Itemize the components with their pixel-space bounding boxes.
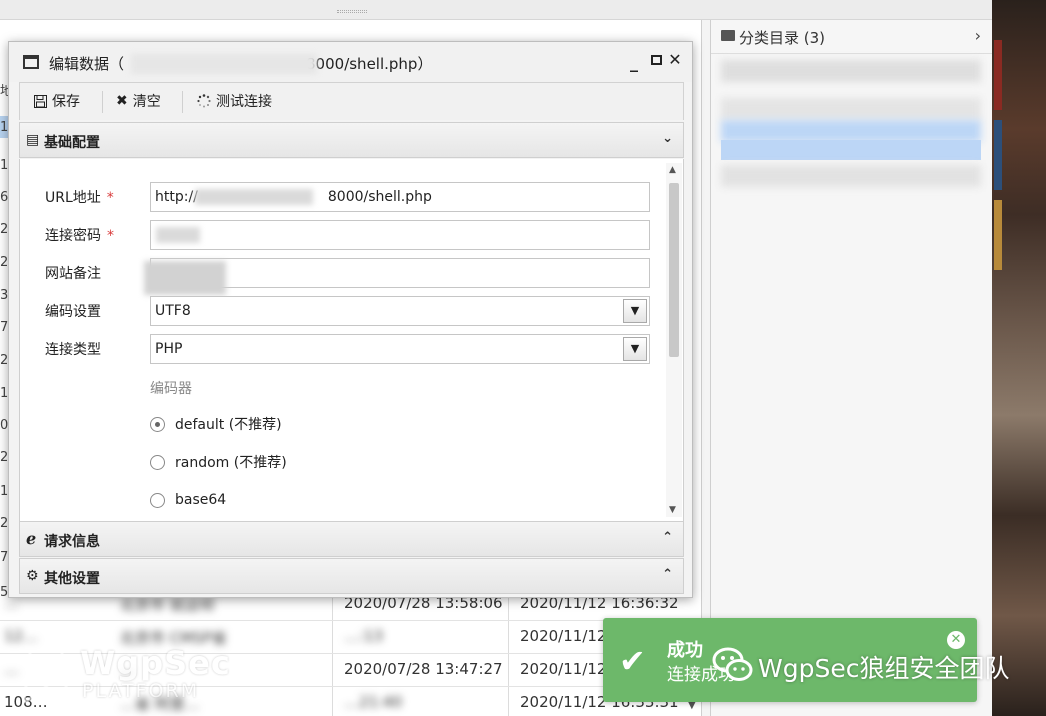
- category-item[interactable]: [721, 60, 981, 82]
- required-mark: *: [107, 228, 114, 244]
- checkmark-icon: ✔: [619, 642, 646, 680]
- dialog-titlebar[interactable]: 编辑数据（ 8000/shell.php） _ ✕: [9, 42, 692, 82]
- category-item-selected[interactable]: [721, 120, 981, 142]
- encoder-label: 编码器: [150, 381, 192, 397]
- other-settings-header[interactable]: ⚙ 其他设置 ⌃: [19, 558, 684, 594]
- url-value-suffix: 8000/shell.php: [327, 189, 432, 205]
- chevron-up-icon[interactable]: ⌃: [662, 530, 673, 545]
- redacted-host-mask: [195, 189, 313, 205]
- test-connection-label: 测试连接: [216, 94, 272, 110]
- edge-browser-icon: ℯ: [26, 529, 37, 548]
- radio-selected-icon[interactable]: [150, 416, 165, 432]
- password-input[interactable]: [150, 220, 650, 250]
- redacted-password-mask: [156, 227, 200, 243]
- redacted-note-mask: [144, 261, 226, 295]
- document-icon: ▤: [26, 132, 40, 148]
- scrollbar-thumb[interactable]: [669, 183, 679, 357]
- wolf-logo-icon: [22, 650, 70, 704]
- url-value-prefix: http://: [155, 189, 198, 205]
- floppy-disk-icon: [34, 94, 47, 108]
- category-header[interactable]: 分类目录 (3) ›: [711, 20, 993, 54]
- edit-data-dialog: 编辑数据（ 8000/shell.php） _ ✕ 保存 ✖ 清空 测试连接 ▤…: [8, 41, 693, 598]
- encoding-value: UTF8: [155, 303, 191, 319]
- folder-icon: [721, 30, 735, 41]
- book-spine: [994, 200, 1002, 270]
- connection-type-value: PHP: [155, 341, 183, 357]
- category-item-selected[interactable]: [721, 140, 981, 160]
- required-mark: *: [106, 190, 114, 206]
- table-cell: …: [4, 660, 19, 678]
- category-title: 分类目录 (3): [739, 29, 826, 47]
- clear-label: 清空: [132, 94, 161, 110]
- clear-button[interactable]: ✖ 清空: [116, 83, 161, 119]
- chevron-up-icon[interactable]: ⌃: [662, 567, 673, 582]
- note-label: 网站备注: [45, 266, 101, 282]
- chevron-right-icon[interactable]: ›: [975, 26, 981, 45]
- maximize-icon: [650, 55, 662, 65]
- encoder-option-random[interactable]: random (不推荐): [150, 451, 287, 473]
- password-label-text: 连接密码: [45, 228, 101, 244]
- basic-config-header[interactable]: ▤ 基础配置 ⌄: [19, 122, 684, 158]
- table-cell: …:13: [344, 627, 384, 645]
- category-panel: 分类目录 (3) ›: [710, 20, 993, 716]
- category-item[interactable]: [721, 98, 981, 120]
- encoder-option-label: base64: [175, 492, 227, 508]
- encoder-option-default[interactable]: default (不推荐): [150, 413, 282, 435]
- encoding-select[interactable]: UTF8 ▼: [150, 296, 650, 326]
- redacted-host-mask: [131, 54, 317, 74]
- window-icon: [23, 55, 39, 69]
- scroll-down-arrow-icon[interactable]: ▼: [669, 505, 676, 515]
- book-spine: [994, 120, 1002, 190]
- connection-type-label: 连接类型: [45, 342, 101, 358]
- url-label-text: URL地址: [45, 190, 101, 206]
- request-info-header[interactable]: ℯ 请求信息 ⌃: [19, 521, 684, 557]
- password-label: 连接密码 *: [45, 225, 114, 245]
- save-button[interactable]: 保存: [34, 83, 80, 119]
- maximize-button[interactable]: [648, 50, 664, 72]
- table-cell: 2020/07/28 13:47:27: [344, 660, 503, 678]
- minimize-button[interactable]: _: [626, 53, 642, 75]
- form-scrollbar[interactable]: ▲ ▼: [666, 163, 682, 517]
- encoder-option-base64[interactable]: base64: [150, 489, 226, 511]
- wgpsec-platform-watermark: WgpSec PLATFORM: [20, 640, 240, 710]
- connection-type-select[interactable]: PHP ▼: [150, 334, 650, 364]
- dialog-toolbar: 保存 ✖ 清空 测试连接: [19, 82, 684, 120]
- toolbar-divider: [182, 91, 183, 113]
- test-connection-button[interactable]: 测试连接: [197, 83, 272, 119]
- basic-config-body: URL地址 * http://8000/shell.php 连接密码 * 网站备注 …: [19, 159, 684, 521]
- background-photo: [992, 0, 1046, 716]
- chevron-down-icon[interactable]: ⌄: [662, 131, 673, 146]
- basic-config-title: 基础配置: [44, 135, 100, 151]
- other-settings-title: 其他设置: [44, 571, 100, 587]
- scroll-up-arrow-icon[interactable]: ▲: [669, 165, 676, 175]
- toast-close-button[interactable]: ✕: [947, 631, 965, 649]
- watermark-title: WgpSec: [80, 644, 231, 682]
- chevron-down-icon[interactable]: ▼: [623, 337, 647, 361]
- dialog-title-prefix: 编辑数据（: [49, 55, 125, 73]
- url-label: URL地址 *: [45, 187, 114, 207]
- book-spine: [994, 40, 1002, 110]
- dialog-title-suffix: 8000/shell.php）: [306, 55, 433, 73]
- gears-icon: ⚙: [26, 568, 39, 584]
- wechat-watermark-text: WgpSec狼组安全团队: [758, 654, 1010, 683]
- x-icon: ✖: [116, 93, 128, 109]
- watermark-subtitle: PLATFORM: [82, 680, 200, 702]
- chevron-down-icon[interactable]: ▼: [623, 299, 647, 323]
- resize-grip[interactable]: [337, 10, 367, 13]
- spinner-icon: [197, 94, 211, 108]
- wechat-icon: [712, 647, 753, 681]
- toast-title: 成功: [667, 640, 703, 661]
- radio-unselected-icon[interactable]: [150, 454, 165, 470]
- table-cell: …21:40: [344, 693, 403, 711]
- request-info-title: 请求信息: [44, 534, 100, 550]
- toolbar-divider: [102, 91, 103, 113]
- close-button[interactable]: ✕: [667, 50, 683, 72]
- encoding-label: 编码设置: [45, 304, 101, 320]
- save-label: 保存: [52, 94, 80, 110]
- encoder-option-label: default (不推荐): [175, 417, 282, 433]
- top-strip: [0, 0, 992, 20]
- radio-unselected-icon[interactable]: [150, 492, 165, 508]
- category-item[interactable]: [721, 165, 981, 187]
- encoder-option-label: random (不推荐): [175, 455, 287, 471]
